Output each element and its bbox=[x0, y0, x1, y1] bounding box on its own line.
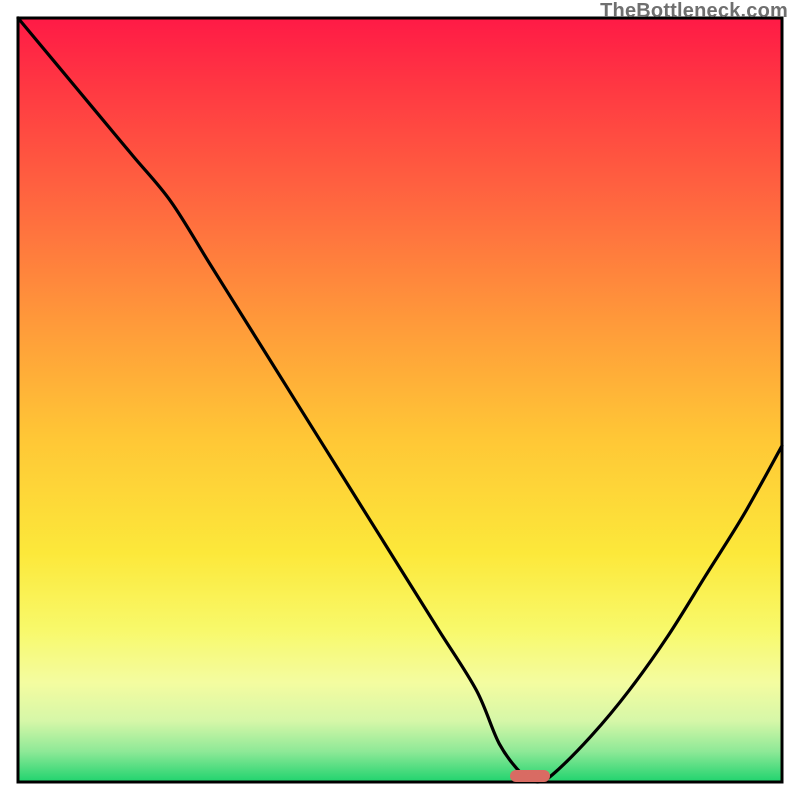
optimal-marker bbox=[510, 770, 550, 782]
attribution-label: TheBottleneck.com bbox=[600, 0, 788, 23]
chart-frame bbox=[18, 18, 782, 782]
chart-canvas bbox=[0, 0, 800, 800]
bottleneck-curve bbox=[18, 18, 782, 782]
